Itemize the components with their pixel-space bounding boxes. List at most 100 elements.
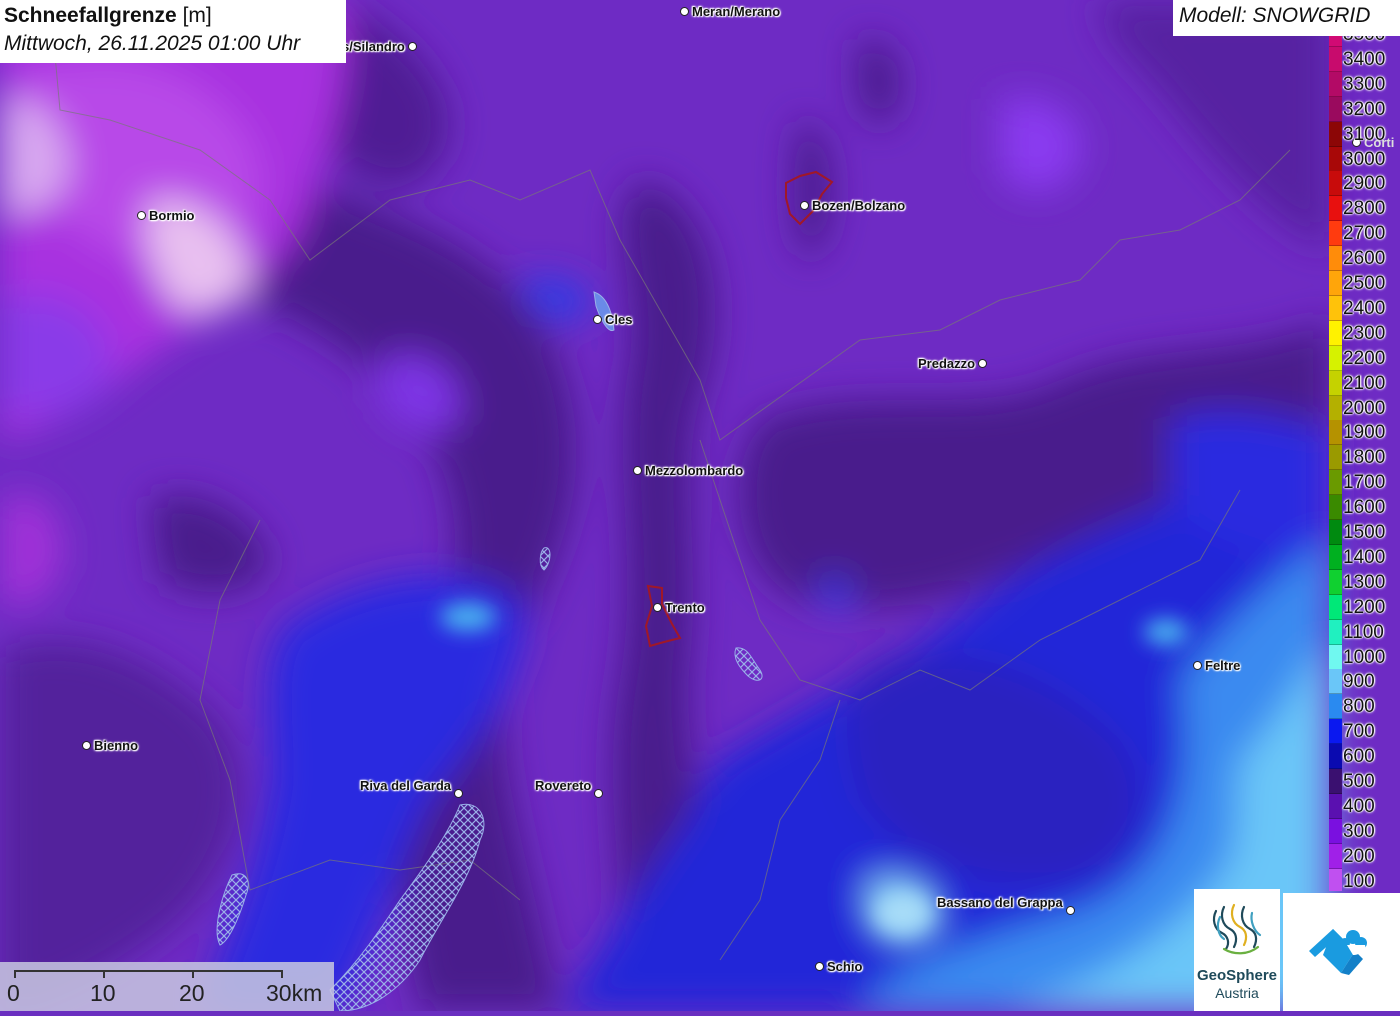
legend-label: 3400: [1343, 48, 1386, 70]
legend-row: 3000: [1329, 146, 1400, 172]
city-silandro: s/Silandro: [342, 39, 420, 54]
legend-swatch: [1329, 96, 1342, 122]
legend-label: 2200: [1343, 347, 1386, 369]
legend-swatch: [1329, 644, 1342, 670]
city-bormio: Bormio: [134, 208, 195, 223]
legend-swatch: [1329, 769, 1342, 794]
legend-row: 800: [1329, 694, 1400, 720]
legend-label: 2700: [1343, 223, 1386, 245]
app-logo[interactable]: [1283, 893, 1400, 1011]
legend-label: 1900: [1343, 422, 1386, 444]
legend-swatch: [1329, 36, 1342, 47]
scale-tick: [14, 970, 16, 978]
city-marker-icon: [815, 962, 824, 971]
legend-row: 3200: [1329, 96, 1400, 122]
legend-swatch: [1329, 868, 1342, 891]
legend-label: 3100: [1343, 123, 1386, 145]
legend-label: 1000: [1343, 646, 1386, 668]
legend-label: 3500: [1343, 36, 1385, 46]
legend-row: 2200: [1329, 345, 1400, 371]
legend-label: 300: [1343, 820, 1375, 842]
city-schio: Schio: [812, 959, 862, 974]
legend-label: 1300: [1343, 571, 1386, 593]
city-marker-icon: [454, 789, 464, 798]
legend-swatch: [1329, 793, 1342, 819]
legend-row: 700: [1329, 719, 1400, 745]
geosphere-subtitle: Austria: [1215, 985, 1259, 1001]
legend-row: 2500: [1329, 271, 1400, 296]
legend-row: 2300: [1329, 320, 1400, 346]
mountain-cloud-icon: [1309, 929, 1367, 975]
legend-swatch: [1329, 370, 1342, 396]
city-marker-icon: [633, 466, 642, 475]
legend-label: 2500: [1343, 273, 1386, 294]
legend-row: 2100: [1329, 370, 1400, 396]
legend-swatch: [1329, 171, 1342, 197]
city-cles: Cles: [590, 312, 632, 327]
scale-label-30: 30km: [266, 980, 323, 1006]
legend-label: 2000: [1343, 397, 1386, 419]
legend-label: 600: [1343, 746, 1375, 768]
legend-swatch: [1329, 295, 1342, 321]
city-marker-icon: [407, 42, 417, 51]
legend-swatch: [1329, 196, 1342, 222]
title-unit: [m]: [182, 4, 212, 27]
scale-tick: [281, 970, 283, 978]
legend-swatch: [1329, 46, 1342, 72]
scale-tick: [103, 970, 105, 978]
legend-row: 2600: [1329, 246, 1400, 272]
legend-swatch: [1329, 395, 1342, 421]
geosphere-logo[interactable]: GeoSphere Austria: [1194, 889, 1280, 1011]
model-label: Modell: SNOWGRID: [1173, 0, 1400, 36]
legend-row: 1500: [1329, 520, 1400, 545]
legend-label: 1500: [1343, 522, 1386, 543]
legend-label: 500: [1343, 771, 1375, 792]
legend-label: 2300: [1343, 322, 1386, 344]
legend-swatch: [1329, 121, 1342, 147]
legend-label: 3200: [1343, 98, 1386, 120]
legend-swatch: [1329, 221, 1342, 247]
city-meran: Meran/Merano: [677, 4, 780, 19]
legend-row: 2700: [1329, 221, 1400, 247]
legend-label: 700: [1343, 721, 1375, 743]
legend-label: 3000: [1343, 148, 1386, 170]
snowfall-line-map[interactable]: [0, 0, 1400, 1011]
city-marker-icon: [800, 201, 809, 210]
city-feltre: Feltre: [1190, 658, 1240, 673]
legend-swatch: [1329, 271, 1342, 296]
legend-swatch: [1329, 818, 1342, 844]
scale-bar: 0 10 20 30km: [0, 962, 334, 1011]
legend-row: 3400: [1329, 46, 1400, 72]
legend-swatch: [1329, 320, 1342, 346]
legend-label: 1400: [1343, 546, 1386, 568]
legend-label: 800: [1343, 696, 1375, 718]
scale-line: [14, 970, 283, 972]
legend-label: 1200: [1343, 596, 1386, 618]
city-marker-icon: [82, 741, 91, 750]
legend-row: 3500: [1329, 36, 1400, 47]
city-rovereto: Rovereto: [535, 778, 606, 798]
city-predazzo: Predazzo: [918, 356, 990, 371]
geosphere-name: GeoSphere: [1196, 967, 1278, 984]
legend-swatch: [1329, 445, 1342, 471]
legend-label: 1700: [1343, 472, 1386, 494]
legend-swatch: [1329, 594, 1342, 620]
legend-swatch: [1329, 843, 1342, 869]
legend-row: 900: [1329, 669, 1400, 695]
legend-swatch: [1329, 246, 1342, 272]
legend-row: 400: [1329, 793, 1400, 819]
legend-row: 600: [1329, 744, 1400, 770]
legend-label: 3300: [1343, 73, 1386, 95]
legend-row: 1100: [1329, 619, 1400, 645]
legend-label: 2400: [1343, 297, 1386, 319]
legend-row: 2400: [1329, 295, 1400, 321]
legend-row: 1300: [1329, 569, 1400, 595]
city-marker-icon: [1193, 661, 1202, 670]
legend-swatch: [1329, 744, 1342, 770]
legend-row: 2800: [1329, 196, 1400, 222]
map-title-box: Schneefallgrenze [m] Mittwoch, 26.11.202…: [0, 0, 346, 63]
city-marker-icon: [137, 211, 146, 220]
city-marker-icon: [1065, 906, 1075, 915]
map-datetime: Mittwoch, 26.11.2025 01:00 Uhr: [4, 32, 301, 55]
legend-swatch: [1329, 619, 1342, 645]
